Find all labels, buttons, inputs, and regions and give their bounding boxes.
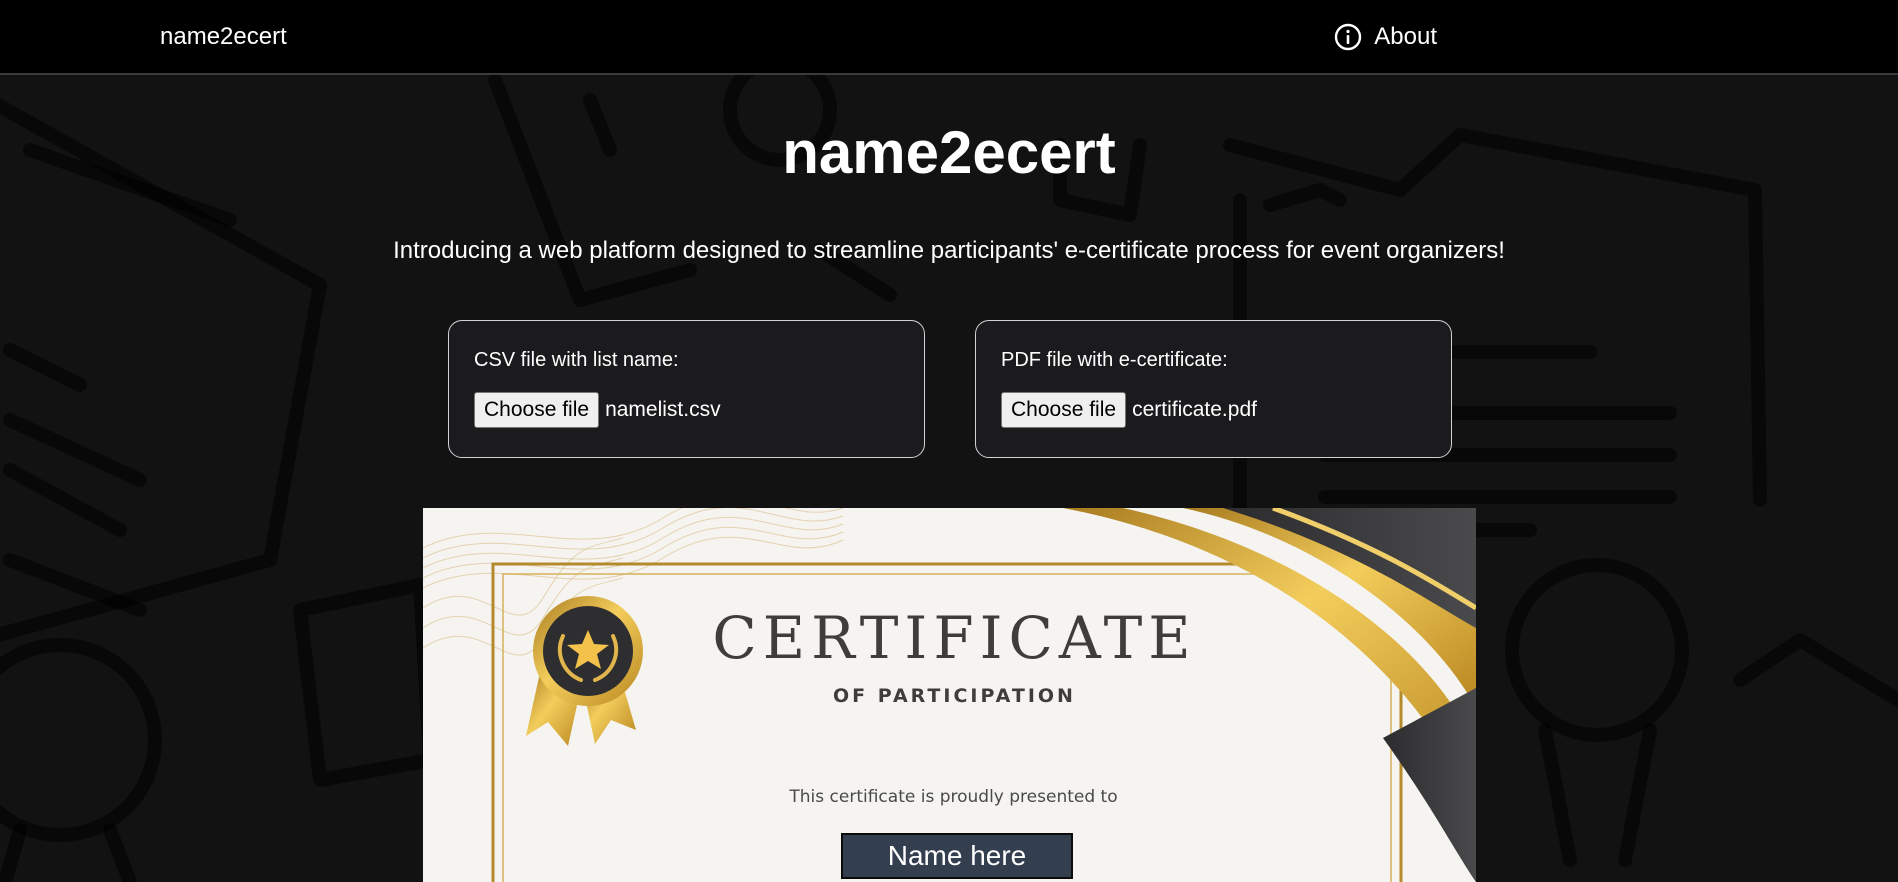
certificate-title: CERTIFICATE	[712, 604, 1197, 672]
csv-file-name: namelist.csv	[605, 398, 721, 421]
certificate-subtitle: OF PARTICIPATION	[833, 685, 1076, 707]
certificate-name-field[interactable]: Name here	[841, 833, 1073, 879]
page-title: name2ecert	[782, 119, 1116, 186]
pdf-upload-label: PDF file with e-certificate:	[1001, 349, 1228, 371]
intro-text: Introducing a web platform designed to s…	[393, 237, 1505, 264]
info-circle-icon	[1334, 23, 1362, 51]
csv-upload-card: CSV file with list name: Choose file nam…	[448, 320, 925, 458]
csv-choose-file-button[interactable]: Choose file	[474, 392, 600, 428]
pdf-file-input[interactable]: Choose file certificate.pdf	[1001, 392, 1426, 428]
brand-logo-link[interactable]: name2ecert	[160, 23, 287, 51]
pdf-upload-card: PDF file with e-certificate: Choose file…	[975, 320, 1452, 458]
csv-file-input[interactable]: Choose file namelist.csv	[474, 392, 899, 428]
pdf-choose-file-button[interactable]: Choose file	[1001, 392, 1127, 428]
certificate-preview: CERTIFICATE OF PARTICIPATION This certif…	[423, 508, 1476, 882]
top-navbar: name2ecert About	[0, 0, 1898, 75]
about-link[interactable]: About	[1334, 23, 1437, 51]
about-label: About	[1374, 22, 1437, 50]
pdf-file-name: certificate.pdf	[1132, 398, 1257, 421]
csv-upload-label: CSV file with list name:	[474, 349, 679, 371]
certificate-presented-text: This certificate is proudly presented to	[789, 787, 1118, 807]
